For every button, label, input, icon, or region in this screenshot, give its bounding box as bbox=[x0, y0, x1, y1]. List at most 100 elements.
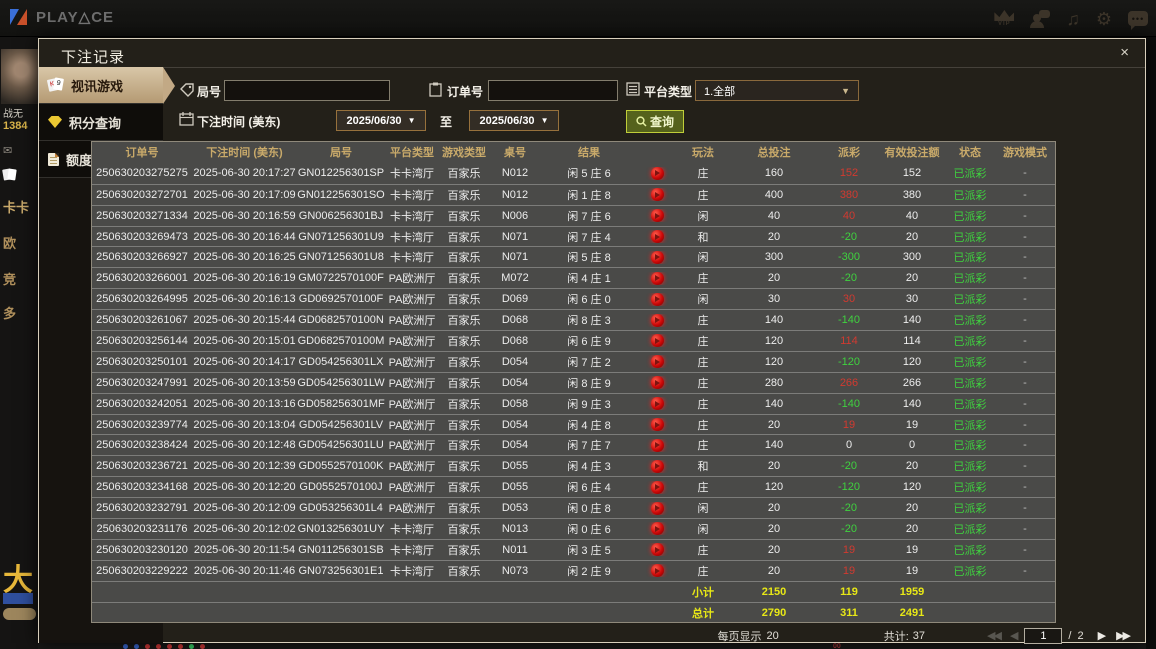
bet-time: 2025-06-30 20:15:01 bbox=[193, 334, 296, 347]
result: 闲 3 庄 5 bbox=[567, 544, 611, 557]
replay-play-icon[interactable] bbox=[650, 543, 664, 557]
playace-logo-icon bbox=[10, 8, 30, 26]
music-icon[interactable]: ♫ bbox=[1066, 10, 1080, 28]
table-number: D068 bbox=[501, 314, 529, 327]
order-number: 250630203269473 bbox=[96, 230, 188, 243]
replay-play-icon[interactable] bbox=[650, 501, 664, 515]
status-badge: 已派彩 bbox=[953, 252, 987, 265]
next-page-icon[interactable]: ▶ bbox=[1098, 630, 1106, 642]
table-row: 250630203247991 2025-06-30 20:13:59 GD0542… bbox=[92, 371, 1055, 393]
replay-play-icon[interactable] bbox=[650, 376, 664, 390]
table-number: N013 bbox=[501, 522, 529, 535]
order-number: 250630203271334 bbox=[96, 209, 188, 222]
replay-play-icon[interactable] bbox=[650, 313, 664, 327]
replay-play-icon[interactable] bbox=[650, 459, 664, 473]
platform-type-select[interactable]: 1.全部 ▼ bbox=[695, 80, 859, 101]
replay-play-icon[interactable] bbox=[650, 334, 664, 348]
game-mode: - bbox=[1023, 418, 1027, 431]
round-number: GM0722570100F bbox=[298, 272, 384, 285]
valid-bet: 120 bbox=[902, 355, 922, 368]
payout: 19 bbox=[842, 543, 856, 556]
valid-bet: 20 bbox=[905, 522, 919, 535]
per-page-value[interactable]: 20 bbox=[766, 630, 778, 642]
subtotal-row: 小计 2150 119 1959 bbox=[92, 580, 1055, 602]
search-button[interactable]: 查询 bbox=[626, 110, 684, 133]
replay-play-icon[interactable] bbox=[650, 418, 664, 432]
payout: -120 bbox=[837, 355, 861, 368]
replay-play-icon[interactable] bbox=[650, 230, 664, 243]
result: 闲 4 庄 1 bbox=[567, 273, 611, 286]
replay-play-icon[interactable] bbox=[650, 355, 664, 369]
order-number: 250630203250101 bbox=[96, 355, 188, 368]
result: 闲 7 庄 4 bbox=[567, 231, 611, 244]
replay-play-icon[interactable] bbox=[650, 250, 664, 264]
game-mode: - bbox=[1023, 376, 1027, 389]
game-type: 百家乐 bbox=[447, 523, 481, 536]
replay-cell bbox=[637, 230, 677, 243]
prev-page-icon[interactable]: ◀ bbox=[1010, 630, 1018, 642]
table-row: 250630203234168 2025-06-30 20:12:20 GD0552… bbox=[92, 476, 1055, 497]
status-badge: 已派彩 bbox=[953, 419, 987, 432]
bet-type: 庄 bbox=[697, 544, 709, 557]
table-number: D054 bbox=[501, 376, 529, 389]
tab-points-query[interactable]: 积分查询 bbox=[39, 104, 163, 141]
tab-video-games[interactable]: K9 视讯游戏 bbox=[39, 67, 175, 104]
replay-play-icon[interactable] bbox=[650, 292, 664, 306]
replay-play-icon[interactable] bbox=[650, 480, 664, 494]
platform-list-icon bbox=[626, 82, 640, 96]
round-number: GD0682570100N bbox=[298, 314, 384, 327]
result: 闲 5 庄 8 bbox=[567, 252, 611, 265]
game-mode: - bbox=[1023, 460, 1027, 473]
replay-play-icon[interactable] bbox=[650, 438, 664, 452]
table-number: D053 bbox=[501, 502, 529, 515]
date-to-picker[interactable]: 2025/06/30 ▼ bbox=[469, 110, 559, 131]
table-row: 250630203269473 2025-06-30 20:16:44 GN0712… bbox=[92, 225, 1055, 247]
replay-cell bbox=[637, 355, 677, 369]
replay-play-icon[interactable] bbox=[650, 397, 664, 411]
playace-logo: PLAY△CE bbox=[10, 8, 114, 26]
vip-icon[interactable]: VIP bbox=[994, 10, 1015, 27]
first-page-icon[interactable]: ◀◀ bbox=[987, 630, 1002, 642]
subtotal-row-label: 小计 bbox=[692, 586, 714, 599]
game-mode: - bbox=[1023, 230, 1027, 243]
round-number: GN013256301UY bbox=[297, 522, 385, 535]
replay-play-icon[interactable] bbox=[650, 188, 664, 202]
replay-play-icon[interactable] bbox=[650, 564, 664, 578]
round-number: GD0692570100F bbox=[298, 293, 384, 306]
replay-play-icon[interactable] bbox=[650, 209, 664, 223]
valid-bet: 20 bbox=[905, 272, 919, 285]
platform-type: 卡卡湾厅 bbox=[390, 189, 434, 202]
status-badge: 已派彩 bbox=[953, 440, 987, 453]
settings-gear-icon[interactable]: ⚙ bbox=[1096, 10, 1112, 28]
round-number: GD0552570100K bbox=[298, 460, 384, 473]
result: 闲 7 庄 6 bbox=[567, 210, 611, 223]
order-number-input[interactable] bbox=[488, 80, 618, 101]
result: 闲 0 庄 6 bbox=[567, 523, 611, 536]
valid-bet: 19 bbox=[905, 564, 919, 577]
chat-bubble-icon[interactable]: ••• bbox=[1128, 11, 1148, 30]
subtotal-row-total-bet: 2150 bbox=[761, 585, 787, 598]
replay-play-icon[interactable] bbox=[650, 522, 664, 536]
customer-service-icon[interactable] bbox=[1030, 9, 1051, 28]
last-page-icon[interactable]: ▶▶ bbox=[1116, 630, 1131, 642]
replay-cell bbox=[637, 480, 677, 494]
per-page-label: 每页显示 bbox=[717, 631, 762, 643]
total-bet: 20 bbox=[767, 502, 781, 515]
close-icon[interactable]: × bbox=[1120, 45, 1129, 60]
status-badge: 已派彩 bbox=[953, 273, 987, 286]
round-number-input[interactable] bbox=[224, 80, 390, 101]
payout: -120 bbox=[837, 481, 861, 494]
replay-play-icon[interactable] bbox=[650, 166, 664, 180]
background-balance: 1384 bbox=[3, 120, 28, 132]
bet-records-table: 订单号 下注时间 (美东) 局号 平台类型 游戏类型 桌号 结果 玩法 总投注 派彩 有效投注额 状态… bbox=[91, 141, 1056, 623]
crown-icon bbox=[994, 10, 1015, 21]
platform-type: PA欧洲厅 bbox=[388, 335, 436, 348]
date-from-picker[interactable]: 2025/06/30 ▼ bbox=[336, 110, 426, 131]
background-left-strip: 战无 1384 ✉ 卡卡 欧 竞 多 大 bbox=[0, 37, 38, 649]
background-hall-duo: 多 bbox=[3, 306, 17, 321]
page-number-input[interactable] bbox=[1024, 628, 1063, 644]
replay-cell bbox=[637, 501, 677, 515]
table-number: D054 bbox=[501, 439, 529, 452]
replay-play-icon[interactable] bbox=[650, 271, 664, 285]
column-header: 结果 bbox=[578, 147, 600, 160]
